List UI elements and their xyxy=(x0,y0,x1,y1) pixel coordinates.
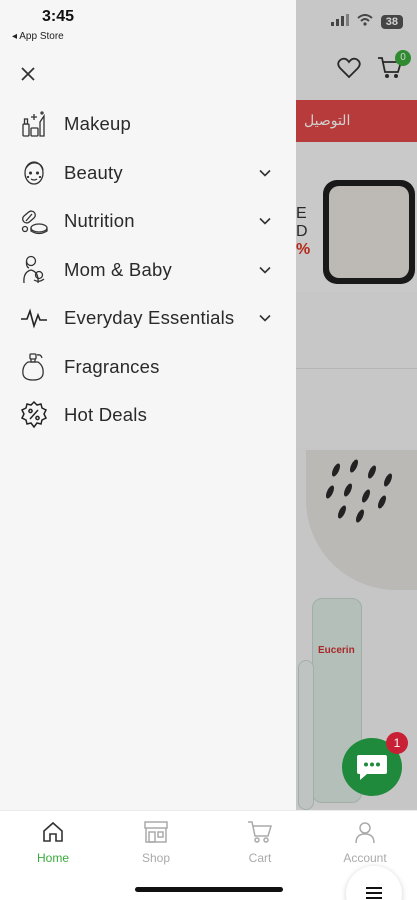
menu-item-label: Everyday Essentials xyxy=(64,307,235,329)
menu-item-label: Nutrition xyxy=(64,210,135,232)
perfume-icon xyxy=(19,352,49,382)
menu-item-hot-deals[interactable]: Hot Deals xyxy=(0,391,296,440)
tab-label: Account xyxy=(343,851,387,865)
chat-unread-badge: 1 xyxy=(386,732,408,754)
mom-baby-icon xyxy=(19,255,49,285)
tab-account[interactable]: Account xyxy=(325,819,405,865)
menu-item-label: Mom & Baby xyxy=(64,258,172,280)
close-drawer-button[interactable] xyxy=(16,62,40,86)
tab-label: Shop xyxy=(141,851,171,865)
menu-item-label: Hot Deals xyxy=(64,404,148,426)
menu-item-nutrition[interactable]: Nutrition xyxy=(0,197,296,246)
menu-item-makeup[interactable]: Makeup xyxy=(0,100,296,149)
tab-shop[interactable]: Shop xyxy=(116,819,196,865)
shop-icon xyxy=(144,821,168,843)
menu-item-beauty[interactable]: Beauty xyxy=(0,149,296,198)
tab-label: Cart xyxy=(248,851,272,865)
menu-item-label: Makeup xyxy=(64,113,132,135)
menu-item-everyday-essentials[interactable]: Everyday Essentials xyxy=(0,294,296,343)
tab-cart[interactable]: Cart xyxy=(220,819,300,865)
chevron-down-icon[interactable] xyxy=(258,311,272,325)
chevron-down-icon[interactable] xyxy=(258,166,272,180)
discount-badge-icon xyxy=(19,400,49,430)
account-icon xyxy=(355,822,375,844)
cart-icon xyxy=(248,821,273,843)
pulse-icon xyxy=(19,303,49,333)
back-to-app-store[interactable]: ◂ App Store xyxy=(12,31,64,42)
menu-item-label: Fragrances xyxy=(64,355,160,377)
menu-item-label: Beauty xyxy=(64,161,123,183)
chevron-down-icon[interactable] xyxy=(258,214,272,228)
makeup-icon xyxy=(19,109,49,139)
beauty-face-icon xyxy=(19,158,49,188)
menu-item-fragrances[interactable]: Fragrances xyxy=(0,343,296,392)
status-time: 3:45 xyxy=(42,8,75,25)
chevron-down-icon[interactable] xyxy=(258,263,272,277)
home-icon xyxy=(43,821,63,842)
nutrition-icon xyxy=(19,206,49,236)
category-menu: Makeup Beauty Nutrition Mom & Baby Every… xyxy=(0,100,296,440)
menu-item-mom-baby[interactable]: Mom & Baby xyxy=(0,246,296,295)
tab-home[interactable]: Home xyxy=(13,819,93,865)
side-drawer: 3:45 ◂ App Store Makeup Beauty Nutrition xyxy=(0,0,296,810)
close-icon xyxy=(21,67,35,81)
chat-bubble-icon xyxy=(357,755,387,780)
hamburger-menu-icon xyxy=(366,887,382,899)
tab-label: Home xyxy=(36,851,69,865)
home-indicator xyxy=(135,887,283,892)
